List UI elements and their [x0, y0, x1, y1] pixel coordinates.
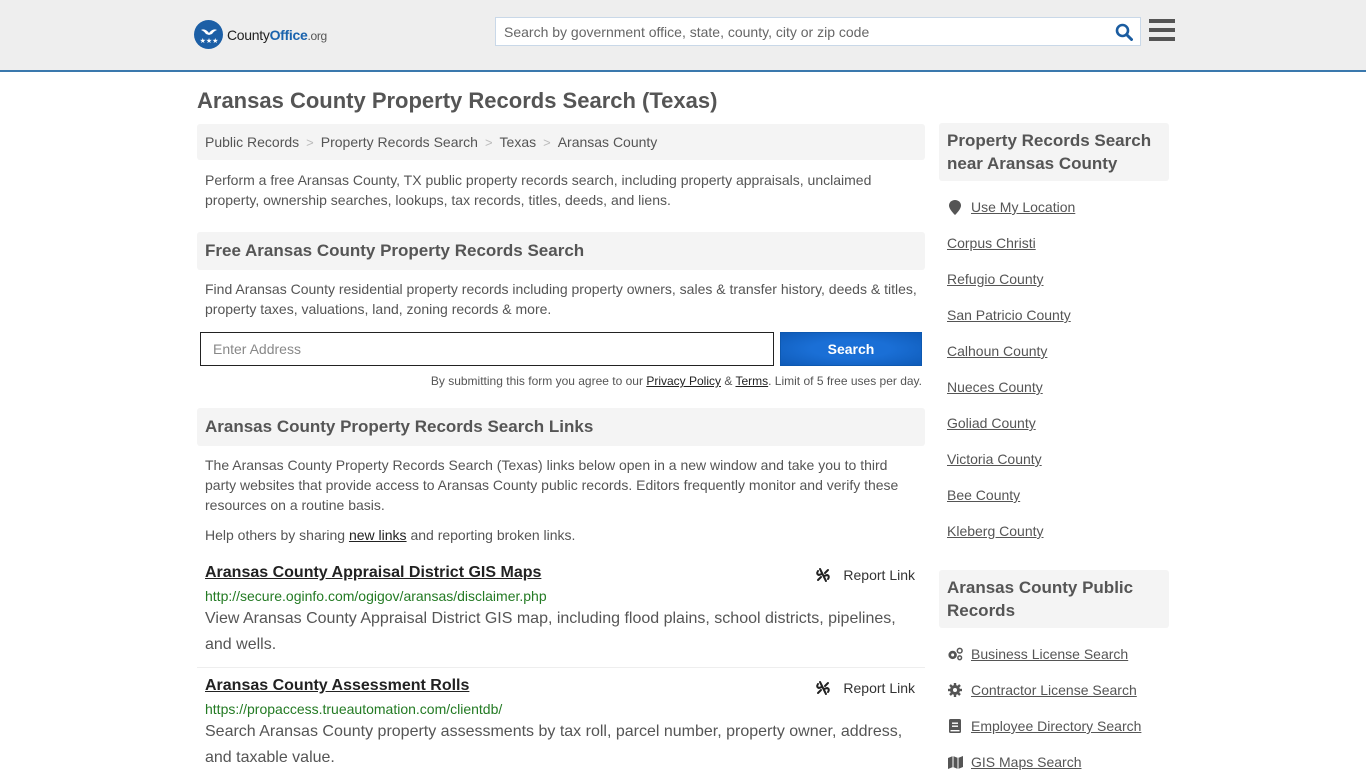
- use-my-location-item: Use My Location: [947, 189, 1169, 225]
- nearby-item: San Patricio County: [947, 297, 1169, 333]
- nearby-list: Use My Location Corpus Christi Refugio C…: [939, 189, 1169, 549]
- broken-link-icon: [816, 681, 831, 695]
- nearby-item: Victoria County: [947, 441, 1169, 477]
- nearby-item: Refugio County: [947, 261, 1169, 297]
- public-records-item: GIS Maps Search: [947, 744, 1169, 780]
- nearby-link-goliad-county[interactable]: Goliad County: [947, 415, 1036, 431]
- link-description: Search Aransas County property assessmen…: [205, 723, 903, 766]
- map-marker-icon: [947, 199, 963, 215]
- search-icon: [1115, 23, 1133, 41]
- public-records-heading: Aransas County Public Records: [939, 570, 1169, 628]
- nearby-item: Bee County: [947, 477, 1169, 513]
- link-title[interactable]: Aransas County Assessment Rolls: [205, 677, 469, 695]
- link-item: Aransas County Assessment Rolls Report L…: [197, 667, 925, 771]
- terms-link[interactable]: Terms: [735, 374, 768, 388]
- free-search-description: Find Aransas County residential property…: [205, 281, 917, 317]
- privacy-policy-link[interactable]: Privacy Policy: [646, 374, 721, 388]
- nearby-link-refugio-county[interactable]: Refugio County: [947, 271, 1044, 287]
- nearby-item: Goliad County: [947, 405, 1169, 441]
- breadcrumb-separator: >: [306, 134, 314, 150]
- employee-directory-search-link[interactable]: Employee Directory Search: [971, 718, 1141, 734]
- nearby-link-victoria-county[interactable]: Victoria County: [947, 451, 1042, 467]
- site-header: ★★★ CountyOffice.org: [0, 0, 1366, 72]
- eagle-stars-logo-icon: ★★★: [194, 20, 223, 49]
- main-content: Public Records > Property Records Search…: [197, 124, 925, 771]
- public-records-item: Employee Directory Search: [947, 708, 1169, 744]
- nearby-link-kleberg-county[interactable]: Kleberg County: [947, 523, 1044, 539]
- address-input[interactable]: [200, 332, 774, 366]
- links-section-description: The Aransas County Property Records Sear…: [205, 457, 899, 513]
- breadcrumb-property-records-search[interactable]: Property Records Search: [321, 134, 478, 150]
- new-links-link[interactable]: new links: [349, 527, 407, 543]
- site-search: [495, 17, 1141, 46]
- svg-text:★★★: ★★★: [199, 37, 218, 45]
- logo-text: CountyOffice.org: [227, 26, 327, 43]
- book-icon: [947, 719, 963, 733]
- site-search-input[interactable]: [496, 18, 1108, 45]
- map-icon: [947, 755, 963, 769]
- public-records-item: Business License Search: [947, 636, 1169, 672]
- intro-text: Perform a free Aransas County, TX public…: [205, 172, 872, 208]
- form-disclaimer: By submitting this form you agree to our…: [430, 374, 922, 388]
- broken-link-icon: [816, 568, 831, 582]
- link-title[interactable]: Aransas County Appraisal District GIS Ma…: [205, 564, 541, 582]
- gear-icon: [947, 683, 963, 697]
- nearby-item: Kleberg County: [947, 513, 1169, 549]
- help-text: Help others by sharing new links and rep…: [205, 527, 576, 543]
- nearby-heading: Property Records Search near Aransas Cou…: [939, 123, 1169, 181]
- breadcrumb-texas[interactable]: Texas: [500, 134, 537, 150]
- breadcrumb-aransas-county[interactable]: Aransas County: [558, 134, 658, 150]
- link-url: http://secure.oginfo.com/ogigov/aransas/…: [205, 588, 547, 604]
- link-description: View Aransas County Appraisal District G…: [205, 610, 896, 653]
- link-url: https://propaccess.trueautomation.com/cl…: [205, 701, 503, 717]
- breadcrumb-public-records[interactable]: Public Records: [205, 134, 299, 150]
- hamburger-menu-icon[interactable]: [1149, 19, 1175, 41]
- search-button[interactable]: [1108, 18, 1140, 45]
- nearby-link-san-patricio-county[interactable]: San Patricio County: [947, 307, 1071, 323]
- report-link-button[interactable]: Report Link: [815, 567, 915, 583]
- free-search-heading: Free Aransas County Property Records Sea…: [197, 232, 925, 270]
- nearby-item: Nueces County: [947, 369, 1169, 405]
- gears-icon: [947, 647, 963, 661]
- contractor-license-search-link[interactable]: Contractor License Search: [971, 682, 1137, 698]
- nearby-link-bee-county[interactable]: Bee County: [947, 487, 1020, 503]
- address-search-button[interactable]: Search: [780, 332, 922, 366]
- public-records-list: Business License Search Contractor Licen…: [939, 636, 1169, 780]
- public-records-item: Contractor License Search: [947, 672, 1169, 708]
- report-link-button[interactable]: Report Link: [815, 680, 915, 696]
- breadcrumb: Public Records > Property Records Search…: [197, 124, 925, 160]
- sidebar: Property Records Search near Aransas Cou…: [939, 123, 1169, 780]
- breadcrumb-separator: >: [543, 134, 551, 150]
- links-list: Aransas County Appraisal District GIS Ma…: [197, 564, 925, 771]
- breadcrumb-separator: >: [484, 134, 493, 150]
- nearby-item: Corpus Christi: [947, 225, 1169, 261]
- address-search-form: Search: [197, 332, 925, 366]
- use-my-location-link[interactable]: Use My Location: [971, 199, 1075, 215]
- link-item: Aransas County Appraisal District GIS Ma…: [197, 564, 925, 667]
- business-license-search-link[interactable]: Business License Search: [971, 646, 1128, 662]
- page-title: Aransas County Property Records Search (…: [197, 88, 718, 113]
- nearby-item: Calhoun County: [947, 333, 1169, 369]
- nearby-link-nueces-county[interactable]: Nueces County: [947, 379, 1043, 395]
- nearby-link-corpus-christi[interactable]: Corpus Christi: [947, 235, 1036, 251]
- site-logo[interactable]: ★★★ CountyOffice.org: [194, 20, 327, 49]
- nearby-link-calhoun-county[interactable]: Calhoun County: [947, 343, 1047, 359]
- links-section-heading: Aransas County Property Records Search L…: [197, 408, 925, 446]
